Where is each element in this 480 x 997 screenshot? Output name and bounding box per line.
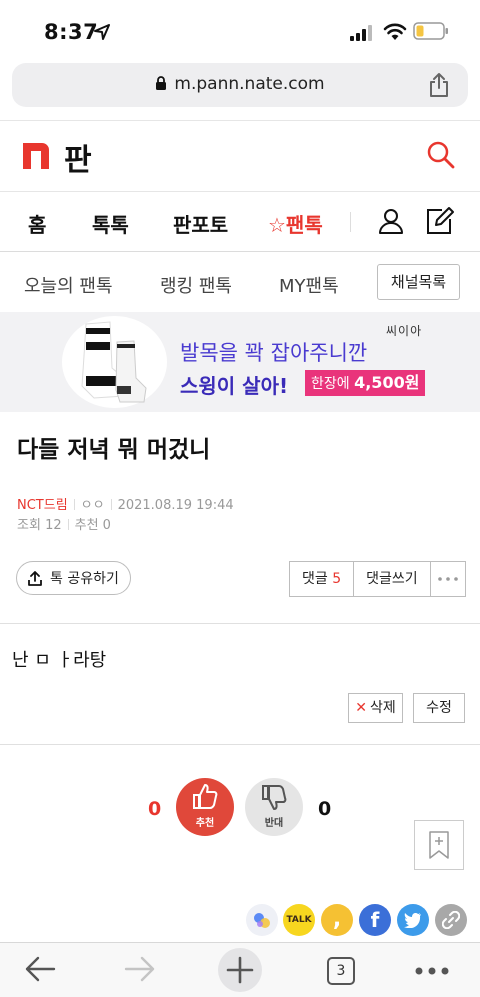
location-arrow-icon xyxy=(94,24,110,40)
nate-logo[interactable] xyxy=(23,143,49,169)
share-label: 톡 공유하기 xyxy=(50,571,119,587)
sub-nav: 오늘의 팬톡 랭킹 팬톡 MY팬톡 채널목록 xyxy=(0,252,480,312)
thumbs-up-icon xyxy=(193,784,218,809)
site-title[interactable]: 판 xyxy=(64,135,92,179)
plus-icon xyxy=(226,956,254,984)
nav-panphoto[interactable]: 판포토 xyxy=(173,209,228,238)
post-category[interactable]: NCT드림 xyxy=(17,498,68,513)
lock-icon xyxy=(156,76,167,90)
bookmark-button[interactable] xyxy=(414,820,464,870)
divider xyxy=(0,744,480,745)
downvote-label: 반대 xyxy=(264,818,284,829)
thumbs-down-icon xyxy=(262,785,287,810)
post-stats: 조회 12 추천 0 xyxy=(17,514,111,533)
more-button[interactable] xyxy=(431,562,465,596)
ad-price-tag: 한장에 4,500원 xyxy=(305,370,426,396)
twitter-share-button[interactable] xyxy=(397,904,429,936)
upvote-label: 추천 xyxy=(195,818,215,829)
url-display[interactable]: m.pann.nate.com xyxy=(12,74,468,94)
ad-headline: 발목을 꽉 잡아주니깐 xyxy=(180,341,368,365)
downvote-count: 0 xyxy=(318,798,332,820)
ad-product-image xyxy=(62,316,167,408)
nav-fantalk[interactable]: ☆팬톡 xyxy=(268,209,323,238)
ad-price-value: 4,500원 xyxy=(354,373,420,392)
post-meta: NCT드림 ㅇㅇ 2021.08.19 19:44 xyxy=(17,494,234,513)
user-icon[interactable] xyxy=(378,208,404,234)
back-arrow-icon[interactable] xyxy=(24,955,56,983)
kakaotalk-share-button[interactable]: TALK xyxy=(283,904,315,936)
google-dots-icon xyxy=(254,913,270,928)
nav-toktok[interactable]: 톡톡 xyxy=(92,209,129,238)
subnav-ranking-fantalk[interactable]: 랭킹 팬톡 xyxy=(160,272,232,298)
status-bar: 8:37 xyxy=(0,0,480,62)
channel-list-button[interactable]: 채널목록 xyxy=(377,264,460,300)
subnav-today-fantalk[interactable]: 오늘의 팬톡 xyxy=(24,272,113,298)
twitter-bird-icon xyxy=(404,913,421,928)
search-icon[interactable] xyxy=(426,140,456,170)
facebook-share-button[interactable]: f xyxy=(359,904,391,936)
ad-subheadline: 스윙이 살아! xyxy=(180,374,289,398)
divider xyxy=(0,623,480,624)
recommend-count: 0 xyxy=(102,518,111,533)
comments-count: 5 xyxy=(332,571,342,587)
wifi-icon xyxy=(383,23,407,40)
ad-price-prefix: 한장에 xyxy=(311,376,355,392)
ad-brand: 씨이아 xyxy=(386,324,423,338)
upvote-count: 0 xyxy=(148,798,162,820)
comments-button[interactable]: 댓글 5 xyxy=(290,562,355,596)
delete-label: 삭제 xyxy=(369,700,396,716)
kakao-share-button[interactable]: 톡 공유하기 xyxy=(16,561,131,595)
bookmark-add-icon xyxy=(429,831,449,859)
views-label: 조회 xyxy=(17,518,41,533)
battery-icon xyxy=(413,22,448,40)
upload-share-icon xyxy=(28,571,42,586)
delete-button[interactable]: ✕ 삭제 xyxy=(348,693,403,723)
post-author: ㅇㅇ xyxy=(80,498,105,513)
meta-separator xyxy=(110,499,112,510)
status-time: 8:37 xyxy=(44,20,99,44)
address-bar[interactable]: m.pann.nate.com xyxy=(12,63,468,107)
google-share-button[interactable] xyxy=(246,904,278,936)
recommend-label: 추천 xyxy=(74,518,99,533)
write-comment-button[interactable]: 댓글쓰기 xyxy=(354,562,431,596)
kakaostory-share-button[interactable]: , xyxy=(321,904,353,936)
link-icon xyxy=(442,911,460,929)
subnav-my-fantalk[interactable]: MY팬톡 xyxy=(279,272,339,298)
url-text: m.pann.nate.com xyxy=(174,74,325,94)
nav-home[interactable]: 홈 xyxy=(28,209,46,238)
write-icon[interactable] xyxy=(425,206,455,236)
post-date: 2021.08.19 19:44 xyxy=(117,498,234,513)
new-tab-button[interactable] xyxy=(218,948,262,992)
ad-banner[interactable]: 씨이아 발목을 꽉 잡아주니깐 스윙이 살아! 한장에 4,500원 xyxy=(0,312,480,412)
main-nav: 홈 톡톡 판포토 ☆팬톡 xyxy=(0,192,480,252)
copy-link-button[interactable] xyxy=(435,904,467,936)
comment-actions: 댓글 5 댓글쓰기 xyxy=(289,561,466,597)
forward-arrow-icon[interactable] xyxy=(124,955,156,983)
edit-button[interactable]: 수정 xyxy=(413,693,465,723)
more-options-icon[interactable] xyxy=(415,967,449,975)
browser-toolbar: 3 xyxy=(0,942,480,997)
post-body: 난 ㅁ ㅏ라탕 xyxy=(12,650,107,671)
share-icon[interactable] xyxy=(428,72,450,98)
views-count: 12 xyxy=(45,518,62,533)
downvote-button[interactable]: 반대 xyxy=(245,778,303,836)
site-header: 판 xyxy=(0,120,480,192)
more-dots-icon xyxy=(437,577,458,581)
delete-x-icon: ✕ xyxy=(355,700,367,716)
cellular-signal-icon xyxy=(350,25,372,41)
nav-divider xyxy=(350,212,351,232)
comments-label: 댓글 xyxy=(302,571,328,587)
tab-switcher-button[interactable]: 3 xyxy=(327,957,355,985)
post-title: 다들 저녁 뭐 머겄니 xyxy=(17,437,211,463)
upvote-button[interactable]: 추천 xyxy=(176,778,234,836)
meta-separator xyxy=(67,519,69,530)
meta-separator xyxy=(73,499,75,510)
